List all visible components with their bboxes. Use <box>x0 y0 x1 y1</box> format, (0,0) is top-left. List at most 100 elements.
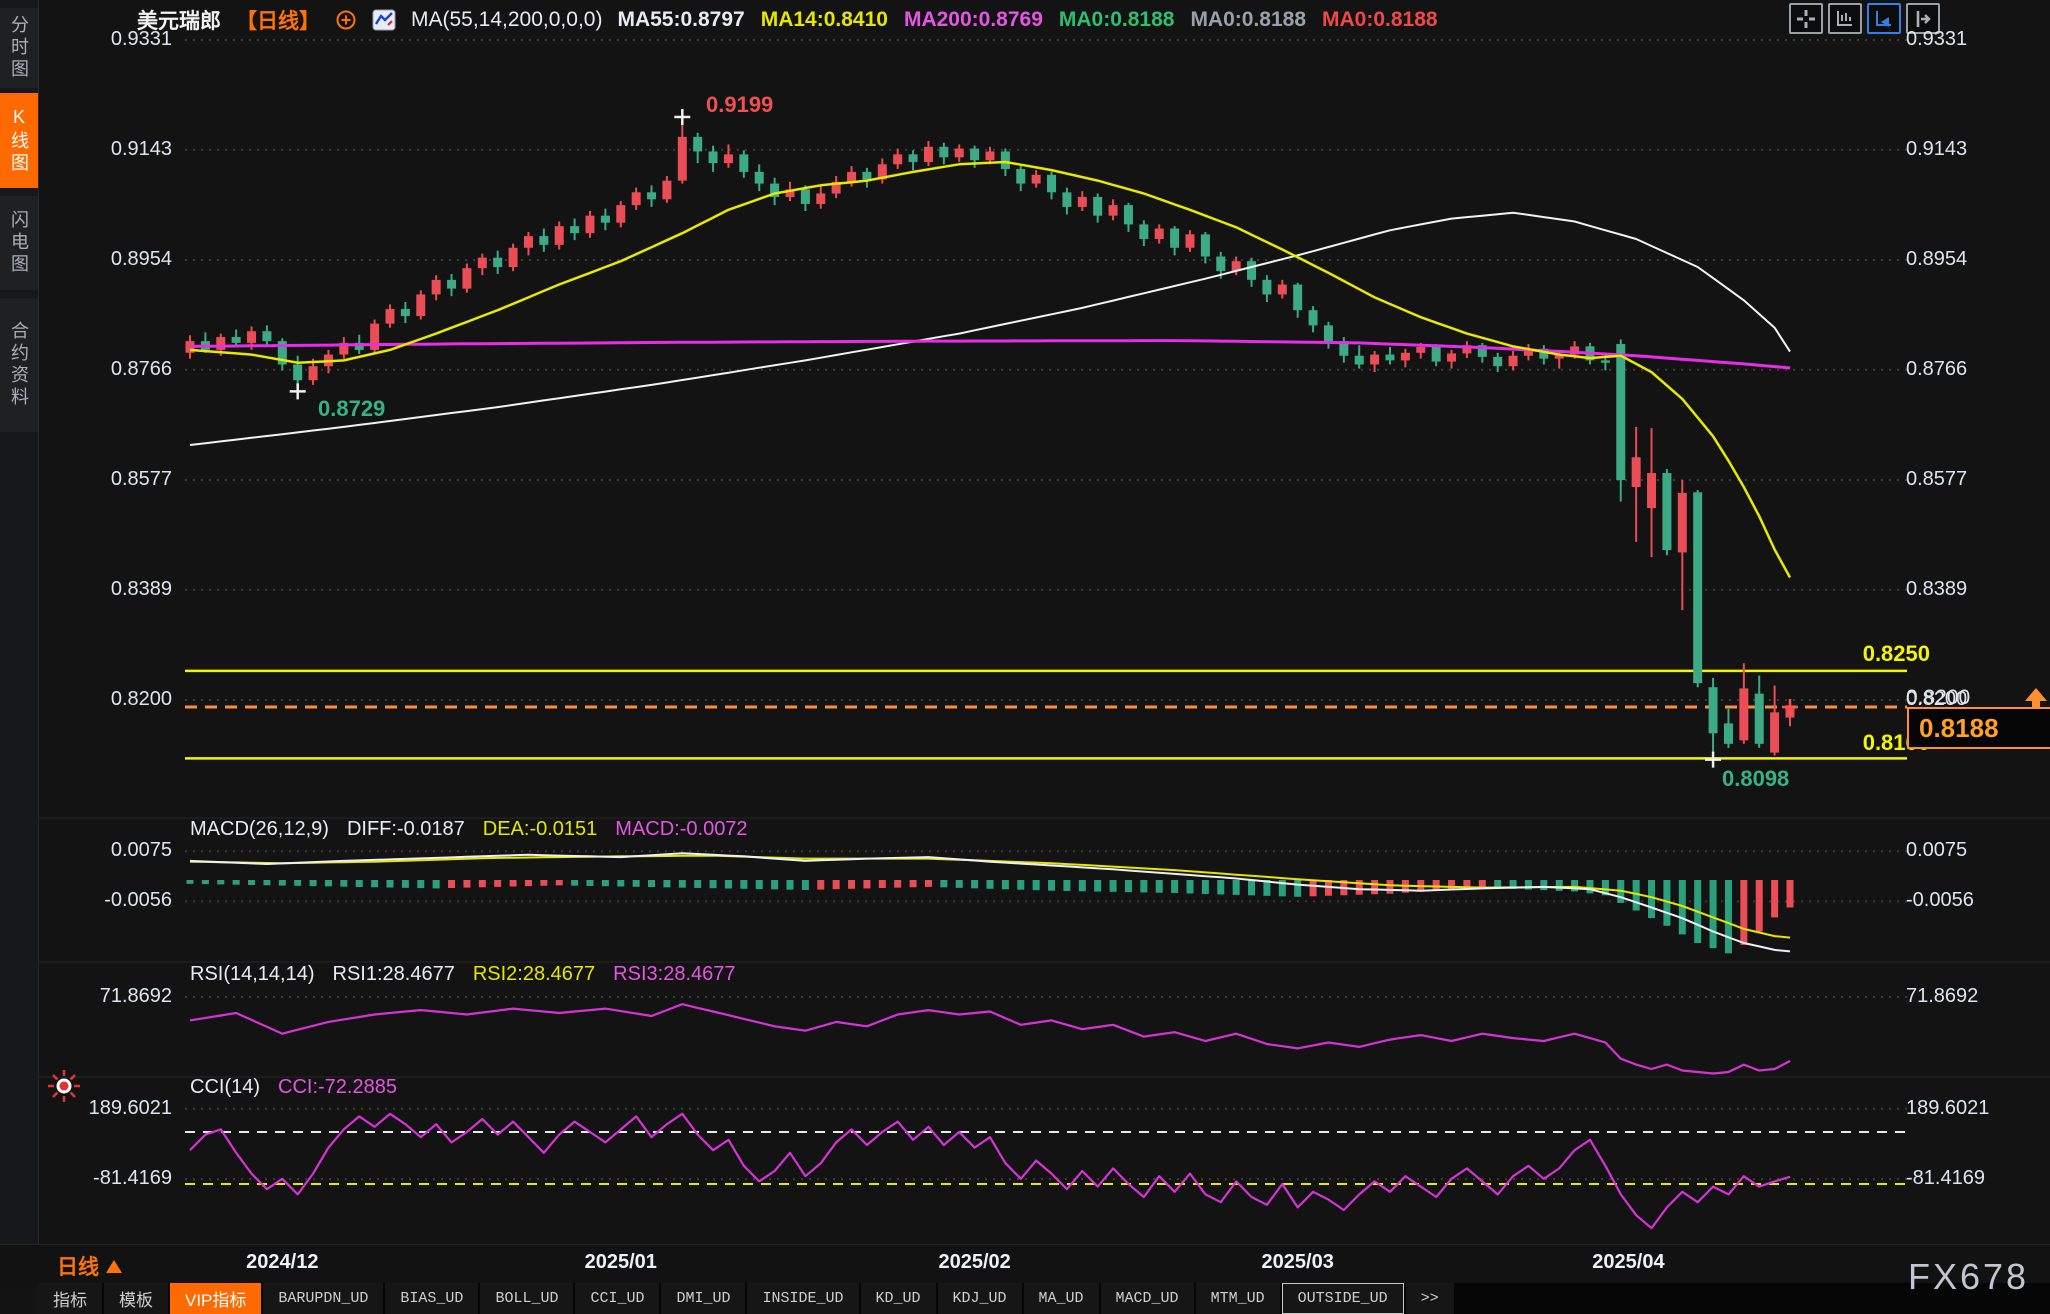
indicator-tab-7[interactable]: CCI_UD <box>575 1283 659 1314</box>
macd-histogram-bar <box>233 880 240 885</box>
macd-histogram-bar <box>725 880 732 888</box>
chart-header: 美元瑞郎 【日线】 MA(55,14,200,0,0,0) MA55:0.879… <box>137 5 1438 35</box>
sidebar-item-3[interactable]: 闪电图 <box>0 196 38 290</box>
ma-settings: MA(55,14,200,0,0,0) <box>411 8 602 32</box>
candle <box>1109 205 1118 216</box>
cci-line <box>190 1114 1790 1228</box>
candle <box>1370 355 1379 365</box>
macd-histogram-bar <box>340 880 347 887</box>
indicator-tab-1[interactable]: 指标 <box>38 1283 102 1314</box>
macd-histogram-bar <box>710 880 717 888</box>
chart-type-icon[interactable] <box>372 9 396 31</box>
macd-histogram-bar <box>1017 880 1024 890</box>
sidebar-item-2[interactable]: K线图 <box>0 93 38 188</box>
indicator-tab-14[interactable]: MTM_UD <box>1196 1283 1280 1314</box>
macd-histogram-bar <box>310 880 317 886</box>
macd-histogram-bar <box>894 880 901 888</box>
candle <box>1632 457 1641 487</box>
macd-histogram-bar <box>679 880 686 888</box>
crosshair-add-icon[interactable] <box>335 9 357 31</box>
candle <box>647 192 656 199</box>
candle <box>555 226 564 245</box>
ma-value: MA0:0.8188 <box>1190 8 1306 32</box>
macd-histogram-bar <box>602 880 609 886</box>
candle <box>1124 205 1133 224</box>
pan-crosshair-icon[interactable] <box>1789 3 1823 34</box>
indicator-tab-3[interactable]: VIP指标 <box>170 1283 261 1314</box>
macd-histogram-bar <box>740 880 747 889</box>
candle <box>1770 712 1779 752</box>
auto-scale-icon[interactable] <box>1867 3 1901 34</box>
indicator-tab-9[interactable]: INSIDE_UD <box>747 1283 858 1314</box>
y-axis-label-right: 0.8389 <box>1906 578 1967 601</box>
y-axis-label-left: 0.0075 <box>40 839 172 862</box>
candle <box>432 280 441 295</box>
macd-histogram-bar <box>940 880 947 887</box>
candle <box>632 192 641 205</box>
rsi-panel-header: RSI(14,14,14) RSI1:28.4677 RSI2:28.4677 … <box>190 963 736 986</box>
candle <box>401 309 410 316</box>
candle <box>1155 229 1164 240</box>
low-marker-cross <box>1705 752 1721 768</box>
indicator-tab-10[interactable]: KD_UD <box>861 1283 936 1314</box>
macd-histogram-bar <box>202 880 209 884</box>
macd-histogram-bar <box>1786 880 1793 907</box>
cci-value: CCI:-72.2885 <box>278 1076 397 1099</box>
indicator-tab-15[interactable]: OUTSIDE_UD <box>1282 1283 1404 1314</box>
candle <box>1709 687 1718 733</box>
candle <box>1262 280 1271 295</box>
sidebar-item-4[interactable]: 合约资料 <box>0 298 38 432</box>
indicator-tab-4[interactable]: BARUPDN_UD <box>263 1283 383 1314</box>
sidebar-item-1[interactable]: 分时图 <box>0 8 38 88</box>
indicator-tab-16[interactable]: >> <box>1406 1283 1454 1314</box>
ma200-line <box>190 341 1790 368</box>
ma-value: MA0:0.8188 <box>1059 8 1175 32</box>
macd-histogram-bar <box>971 880 978 888</box>
macd-histogram-bar <box>463 880 470 888</box>
candle <box>1185 234 1194 247</box>
y-axis-label-left: 0.8200 <box>40 688 172 711</box>
macd-histogram-bar <box>1448 880 1455 890</box>
macd-dea-value: DEA:-0.0151 <box>483 818 598 841</box>
candle <box>1662 473 1671 550</box>
watermark: FX678 <box>1908 1256 2029 1298</box>
macd-histogram-bar <box>756 880 763 889</box>
candle <box>1447 353 1456 361</box>
macd-histogram-bar <box>771 880 778 889</box>
macd-histogram-bar <box>1540 880 1547 890</box>
macd-title: MACD(26,12,9) <box>190 818 329 841</box>
indicator-tab-12[interactable]: MA_UD <box>1024 1283 1099 1314</box>
indicator-tab-8[interactable]: DMI_UD <box>661 1283 745 1314</box>
macd-histogram-bar <box>417 880 424 888</box>
macd-histogram-bar <box>1310 880 1317 896</box>
axis-scale-icon[interactable] <box>1828 3 1862 34</box>
macd-panel-header: MACD(26,12,9) DIFF:-0.0187 DEA:-0.0151 M… <box>190 818 748 841</box>
macd-histogram-bar <box>617 880 624 886</box>
candle <box>1293 285 1302 311</box>
candle <box>493 258 502 267</box>
macd-histogram-bar <box>263 880 270 885</box>
candle <box>1678 493 1687 553</box>
period-selector[interactable]: 日线 <box>57 1251 122 1281</box>
indicator-tab-13[interactable]: MACD_UD <box>1101 1283 1194 1314</box>
indicator-tab-5[interactable]: BIAS_UD <box>385 1283 478 1314</box>
indicator-tab-11[interactable]: KDJ_UD <box>938 1283 1022 1314</box>
macd-histogram-bar <box>910 880 917 887</box>
indicator-tab-6[interactable]: BOLL_UD <box>480 1283 573 1314</box>
y-axis-label-right: 0.8954 <box>1906 248 1967 271</box>
macd-histogram-bar <box>879 880 886 888</box>
candle <box>601 216 610 223</box>
macd-histogram-bar <box>217 880 224 884</box>
macd-histogram-bar <box>663 880 670 887</box>
macd-histogram-bar <box>386 880 393 888</box>
macd-histogram-bar <box>586 880 593 886</box>
indicator-tab-2[interactable]: 模板 <box>104 1283 168 1314</box>
candle <box>1016 169 1025 184</box>
candle <box>909 154 918 162</box>
macd-diff-value: DIFF:-0.0187 <box>347 818 465 841</box>
cci-title: CCI(14) <box>190 1076 260 1099</box>
candle <box>1601 360 1610 362</box>
candle <box>739 154 748 172</box>
macd-histogram-bar <box>1756 880 1763 932</box>
indicator-tab-bar: 指标模板VIP指标BARUPDN_UDBIAS_UDBOLL_UDCCI_UDD… <box>38 1283 2050 1314</box>
